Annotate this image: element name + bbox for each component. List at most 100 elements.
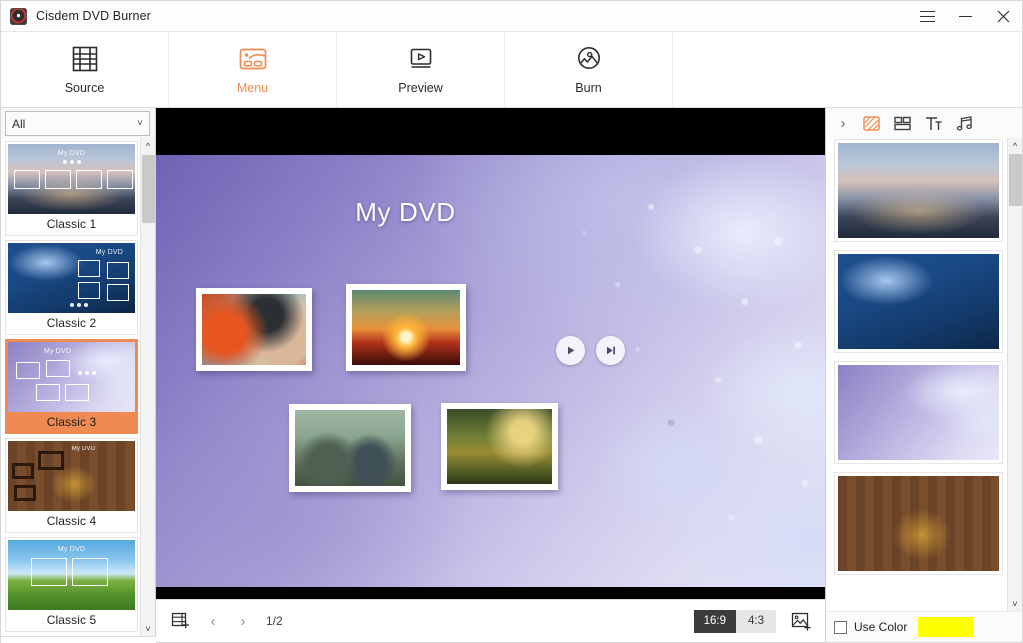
template-filter-select[interactable]: All ˅ — [5, 111, 150, 136]
scrollbar-thumb[interactable] — [142, 155, 155, 223]
template-item-classic-1[interactable]: My DVD Classic 1 — [5, 141, 138, 236]
menu-preview-stage[interactable]: My DVD — [156, 108, 825, 599]
toolbar-tab-preview[interactable]: Preview — [337, 32, 505, 107]
template-mini-box — [107, 262, 129, 279]
preview-bottom-right-group: 16:9 4:3 — [694, 610, 813, 633]
scrollbar-thumb[interactable] — [1009, 154, 1022, 206]
template-item-classic-5[interactable]: My DVD Classic 5 — [5, 537, 138, 632]
background-icon[interactable] — [858, 111, 885, 135]
toolbar-tab-burn-label: Burn — [575, 81, 601, 95]
template-mini-box — [14, 170, 40, 189]
asset-panel-body: ^ ˅ — [826, 138, 1022, 611]
workspace: All ˅ My DVD — [1, 108, 1022, 642]
application-window: Cisdem DVD Burner — [0, 0, 1023, 643]
menu-thumbnail-1[interactable] — [196, 288, 312, 371]
template-thumbnail: My DVD — [8, 243, 135, 313]
template-mini-box — [31, 558, 67, 586]
close-icon[interactable] — [984, 1, 1022, 32]
scroll-up-arrow[interactable]: ^ — [1008, 138, 1023, 153]
page-indicator: 1/2 — [266, 614, 283, 628]
menu-thumbnail-2[interactable] — [346, 284, 466, 371]
background-thumbnail — [838, 365, 999, 460]
frame-layout-icon[interactable] — [889, 111, 916, 135]
window-controls — [908, 1, 1022, 32]
template-item-classic-4[interactable]: My DVD Classic 4 — [5, 438, 138, 533]
color-swatch[interactable] — [918, 617, 973, 637]
template-mini-box — [107, 170, 133, 189]
asset-panel: › — [825, 108, 1022, 642]
template-filter-value: All — [12, 117, 25, 131]
asset-panel-toolbar: › — [826, 108, 1022, 138]
background-item-flowers[interactable] — [834, 361, 1003, 464]
disc-burn-icon — [573, 44, 605, 74]
toolbar-tab-menu[interactable]: Menu — [169, 32, 337, 107]
dvd-menu-title[interactable]: My DVD — [156, 197, 825, 228]
template-item-classic-2[interactable]: My DVD Classic 2 — [5, 240, 138, 335]
scrollbar-track[interactable] — [1008, 153, 1023, 596]
add-image-icon[interactable] — [789, 610, 813, 632]
template-mini-box — [78, 260, 100, 277]
next-chapter-icon[interactable] — [596, 336, 625, 365]
title-bar: Cisdem DVD Burner — [1, 1, 1022, 32]
template-mini-box — [38, 451, 64, 470]
window-title: Cisdem DVD Burner — [36, 9, 151, 23]
template-mini-title: My DVD — [8, 348, 135, 355]
chevron-right-icon[interactable]: › — [832, 111, 854, 135]
use-color-checkbox[interactable] — [834, 621, 847, 634]
template-mini-dots — [78, 371, 96, 375]
background-list — [826, 138, 1007, 611]
use-color-row: Use Color — [826, 611, 1022, 642]
menu-canvas[interactable]: My DVD — [156, 155, 825, 587]
background-item-wood[interactable] — [834, 472, 1003, 575]
template-mini-box — [36, 384, 60, 401]
background-thumbnail — [838, 143, 999, 238]
background-item-city[interactable] — [834, 139, 1003, 242]
template-thumbnail: My DVD — [8, 144, 135, 214]
scrollbar-track[interactable] — [141, 153, 156, 621]
toolbar-tab-source[interactable]: Source — [1, 32, 169, 107]
background-list-scrollbar[interactable]: ^ ˅ — [1007, 138, 1022, 611]
chevron-down-icon: ˅ — [137, 118, 143, 129]
template-mini-box — [14, 485, 36, 501]
template-item-label: Classic 5 — [8, 610, 135, 631]
toolbar-tab-burn[interactable]: Burn — [505, 32, 673, 107]
hamburger-icon[interactable] — [908, 1, 946, 32]
scroll-up-arrow[interactable]: ^ — [141, 138, 156, 153]
template-item-classic-3[interactable]: My DVD Classic 3 — [5, 339, 138, 434]
scroll-down-arrow[interactable]: ˅ — [1008, 596, 1023, 611]
template-thumbnail: My DVD — [8, 342, 135, 412]
main-toolbar: Source Menu Pr — [1, 32, 1022, 108]
template-item-label: Classic 3 — [8, 412, 135, 433]
template-item-label: Classic 2 — [8, 313, 135, 334]
scroll-down-arrow[interactable]: ˅ — [141, 621, 156, 636]
menu-template-icon — [237, 44, 269, 74]
music-icon[interactable] — [951, 111, 978, 135]
play-icon[interactable] — [556, 336, 585, 365]
next-page-button[interactable]: › — [234, 610, 252, 632]
background-thumbnail — [838, 254, 999, 349]
menu-thumbnail-4[interactable] — [441, 403, 558, 490]
template-mini-box — [107, 284, 129, 301]
template-list-scrollbar[interactable]: ^ ˅ — [140, 138, 155, 636]
background-item-runner[interactable] — [834, 250, 1003, 353]
minimize-icon[interactable] — [946, 1, 984, 32]
template-mini-box — [65, 384, 89, 401]
monitor-play-icon — [405, 44, 437, 74]
aspect-ratio-16-9[interactable]: 16:9 — [694, 610, 736, 633]
menu-thumbnail-image — [295, 410, 405, 486]
menu-thumbnail-3[interactable] — [289, 404, 411, 492]
template-mini-box — [76, 170, 102, 189]
template-list: My DVD Classic 1 — [1, 138, 140, 636]
text-icon[interactable] — [920, 111, 947, 135]
aspect-ratio-4-3[interactable]: 4:3 — [736, 610, 776, 633]
preview-bottom-bar: ‹ › 1/2 16:9 4:3 — [156, 599, 825, 642]
template-thumbnail: My DVD — [8, 441, 135, 511]
preview-column: My DVD — [156, 108, 825, 642]
add-menu-page-icon[interactable] — [168, 610, 192, 632]
template-list-wrapper: My DVD Classic 1 — [1, 138, 155, 636]
template-mini-title: My DVD — [8, 546, 135, 553]
prev-page-button[interactable]: ‹ — [204, 610, 222, 632]
dvd-disc-icon — [10, 8, 27, 25]
menu-thumbnail-image — [352, 290, 460, 365]
template-mini-box — [72, 558, 108, 586]
